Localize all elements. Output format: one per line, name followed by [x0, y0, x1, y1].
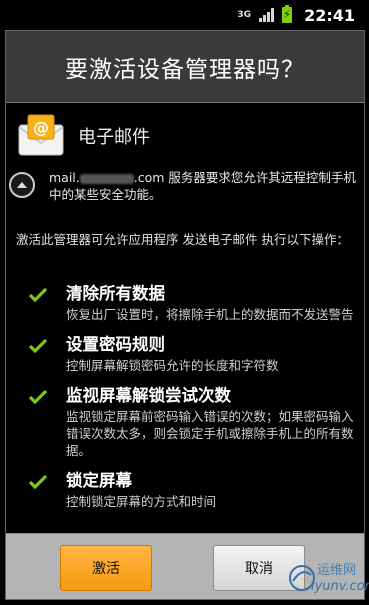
permission-title: 监视屏幕解锁尝试次数	[66, 386, 231, 405]
permission-item: 清除所有数据 恢复出厂设置时，将擦除手机上的数据而不发送警告	[6, 283, 364, 323]
permission-description: 监视锁定屏幕前密码输入错误的次数；如果密码输入错误次数太多，则会锁定手机或擦除手…	[66, 409, 354, 458]
permission-item: 锁定屏幕 控制锁定屏幕的方式和时间	[6, 470, 364, 510]
checkmark-icon	[6, 470, 66, 510]
permission-title: 设置密码规则	[66, 335, 165, 354]
permission-description: 控制锁定屏幕的方式和时间	[66, 494, 217, 509]
checkmark-icon	[6, 283, 66, 323]
signal-strength-icon	[259, 8, 275, 22]
dialog-title: 要激活设备管理器吗？	[65, 56, 305, 83]
app-name: 电子邮件	[78, 127, 150, 148]
device-admin-dialog: 要激活设备管理器吗？ @ 电子邮件 mail. .com 服务器要求您允许其远程控…	[5, 30, 365, 600]
network-3g-icon: 3G	[237, 9, 252, 20]
watermark-logo: 运维网 iyunv.com	[287, 557, 369, 601]
status-time: 22:41	[304, 5, 355, 25]
server-request: mail. .com 服务器要求您允许其远程控制手机中的某些安全功能。	[6, 169, 364, 203]
svg-text:@: @	[33, 118, 49, 137]
watermark-url: iyunv.com	[311, 579, 369, 594]
activate-button[interactable]: 激活	[60, 545, 152, 591]
dialog-titlebar: 要激活设备管理器吗？	[6, 31, 364, 103]
checkmark-icon	[6, 385, 66, 459]
permission-item: 监视屏幕解锁尝试次数 监视锁定屏幕前密码输入错误的次数；如果密码输入错误次数太多…	[6, 385, 364, 459]
checkmark-icon	[6, 334, 66, 374]
permission-list[interactable]: 清除所有数据 恢复出厂设置时，将擦除手机上的数据而不发送警告 设置密码规则 控制…	[6, 283, 364, 538]
collapse-arrow-icon[interactable]	[9, 172, 35, 198]
battery-charging-icon: ⚡	[282, 5, 293, 23]
permission-description: 控制屏幕解锁密码允许的长度和字符数	[66, 358, 279, 373]
permission-title: 锁定屏幕	[66, 471, 132, 490]
watermark-text: 运维网	[317, 563, 357, 578]
permission-item: 设置密码规则 控制屏幕解锁密码允许的长度和字符数	[6, 334, 364, 374]
app-header: @ 电子邮件	[16, 113, 150, 159]
permission-title: 清除所有数据	[66, 284, 165, 303]
server-domain-prefix: mail.	[49, 170, 80, 185]
mail-envelope-icon: @	[16, 113, 66, 159]
status-bar: 3G ⚡ 22:41	[0, 0, 369, 30]
permission-description: 恢复出厂设置时，将擦除手机上的数据而不发送警告	[66, 307, 354, 322]
activation-intro: 激活此管理器可允许应用程序 发送电子邮件 执行以下操作：	[16, 232, 349, 247]
server-request-text: mail. .com 服务器要求您允许其远程控制手机中的某些安全功能。	[49, 169, 364, 203]
redacted-domain	[79, 173, 134, 184]
